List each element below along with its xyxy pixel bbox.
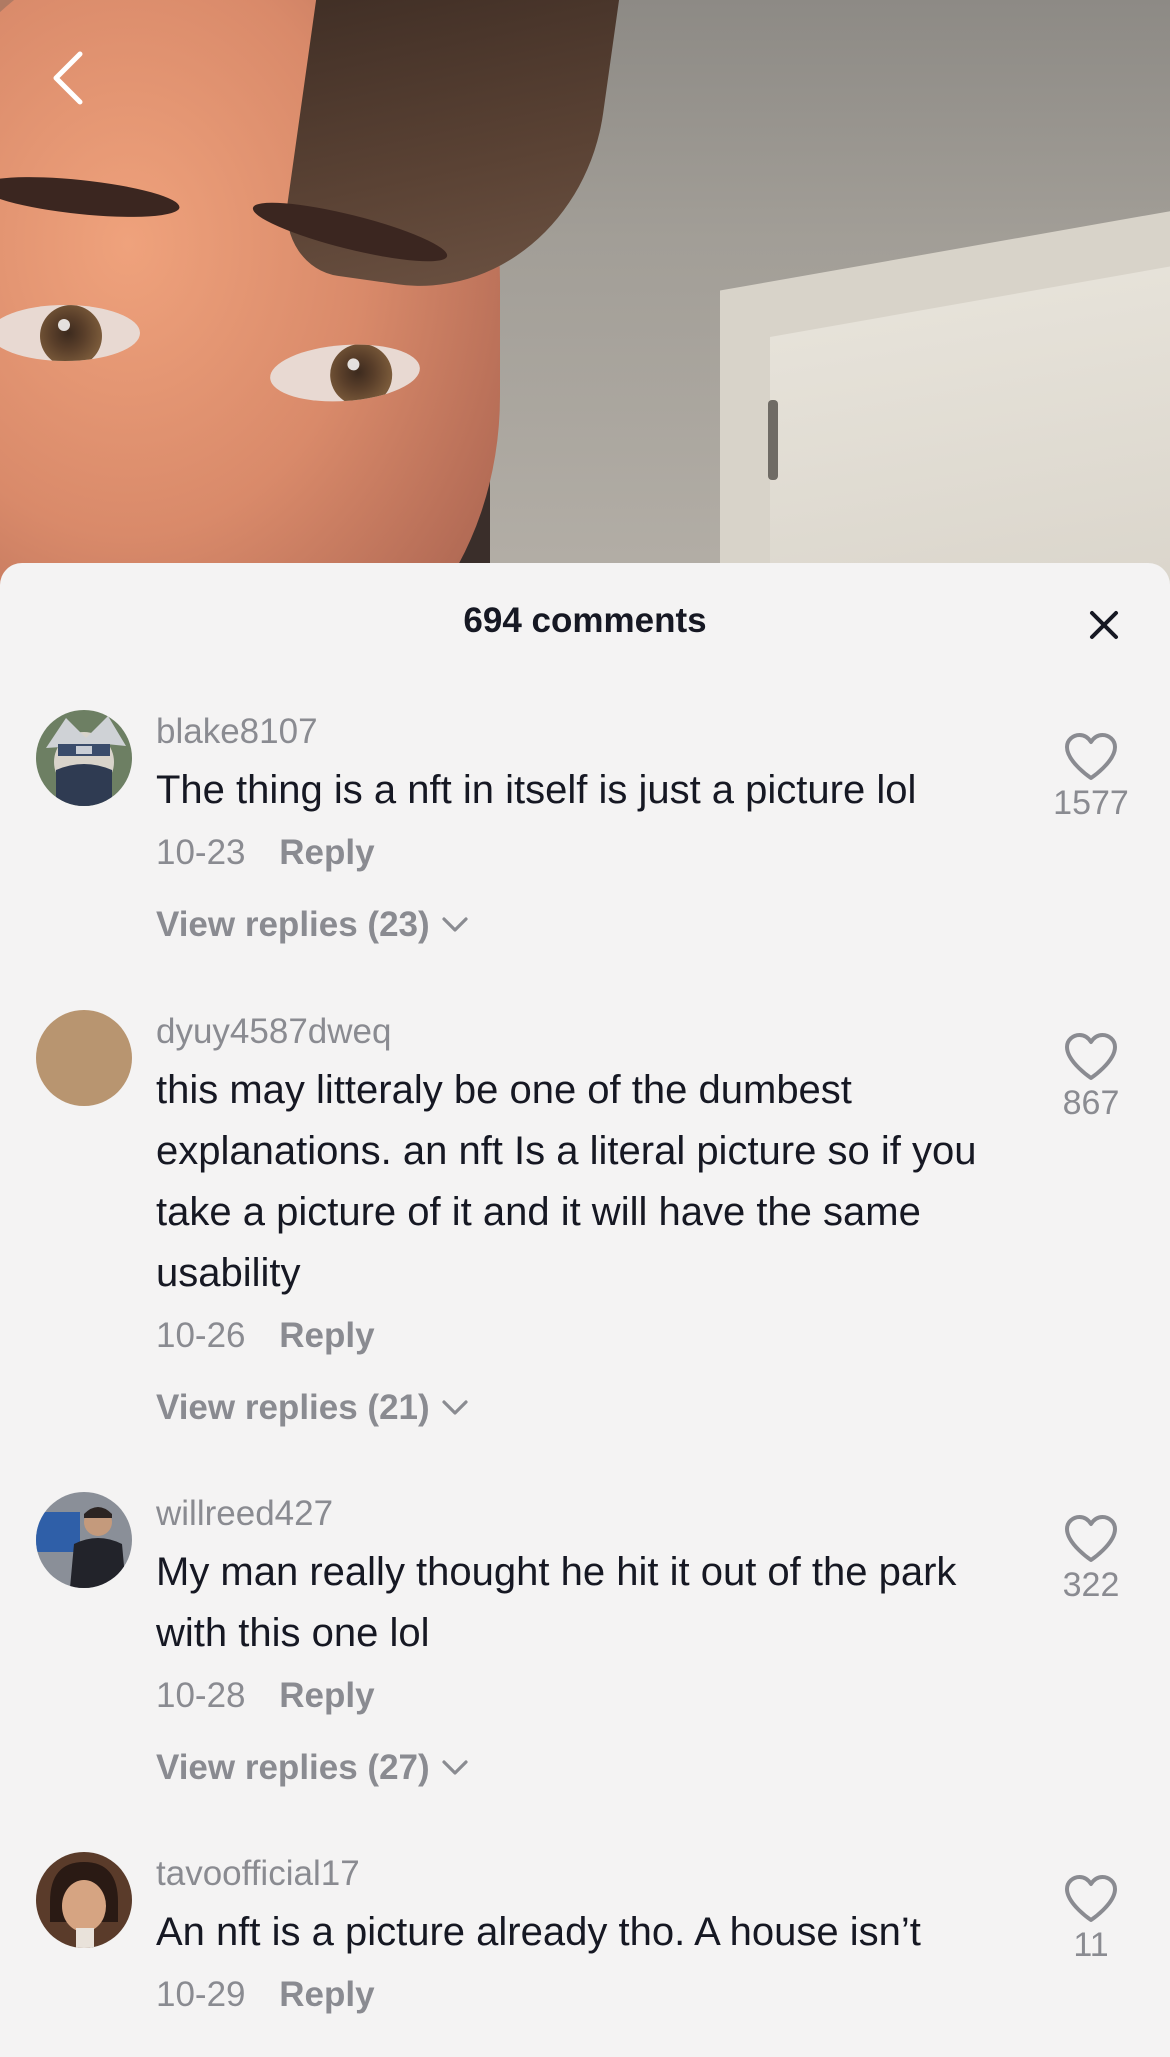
- like-button[interactable]: 11: [1046, 1874, 1136, 1965]
- comment-username[interactable]: willreed427: [156, 1492, 1016, 1536]
- comments-count-title: 694 comments: [463, 601, 707, 640]
- view-replies-label: View replies (23): [156, 905, 430, 944]
- avatar[interactable]: [36, 710, 132, 806]
- avatar[interactable]: [36, 1852, 132, 1948]
- comment-username[interactable]: blake8107: [156, 710, 1016, 754]
- sheet-header: 694 comments: [0, 563, 1170, 683]
- reply-button[interactable]: Reply: [279, 1975, 374, 2014]
- comment-text: The thing is a nft in itself is just a p…: [156, 768, 917, 812]
- back-button[interactable]: [40, 48, 100, 108]
- heart-outline-icon: [1065, 1033, 1117, 1080]
- comment-date: 10-26: [156, 1316, 246, 1355]
- comment-body: tavoofficial17 An nft is a picture alrea…: [156, 1852, 1016, 2019]
- heart-outline-icon: [1065, 1515, 1117, 1562]
- avatar[interactable]: [36, 1010, 132, 1106]
- view-replies-button[interactable]: View replies (21): [156, 1384, 472, 1432]
- comment-text: My man really thought he hit it out of t…: [156, 1550, 957, 1655]
- comment-body: dyuy4587dweq this may litteraly be one o…: [156, 1010, 1016, 1432]
- heart-outline-icon: [1065, 733, 1117, 780]
- video-background: [0, 0, 1170, 600]
- comment-body: willreed427 My man really thought he hit…: [156, 1492, 1016, 1792]
- comment-username[interactable]: tavoofficial17: [156, 1852, 1016, 1896]
- like-button[interactable]: 867: [1046, 1032, 1136, 1123]
- view-replies-button[interactable]: View replies (23): [156, 901, 472, 949]
- view-replies-label: View replies (27): [156, 1748, 430, 1787]
- heart-outline-icon: [1065, 1875, 1117, 1922]
- like-count: 11: [1073, 1926, 1109, 1964]
- comment-meta: 10-23 Reply: [156, 829, 1016, 877]
- comment-date: 10-28: [156, 1676, 246, 1715]
- chevron-down-icon: [442, 917, 468, 932]
- view-replies-button[interactable]: View replies (27): [156, 1744, 472, 1792]
- like-count: 1577: [1053, 784, 1129, 822]
- comment-body: blake8107 The thing is a nft in itself i…: [156, 710, 1016, 949]
- view-replies-label: View replies (21): [156, 1388, 430, 1427]
- close-icon: [1090, 611, 1118, 639]
- comment-username[interactable]: dyuy4587dweq: [156, 1010, 1016, 1054]
- comment-meta: 10-28 Reply: [156, 1672, 1016, 1720]
- reply-button[interactable]: Reply: [279, 833, 374, 872]
- like-button[interactable]: 1577: [1046, 732, 1136, 823]
- close-button[interactable]: [1078, 599, 1130, 651]
- comment-date: 10-29: [156, 1975, 246, 2014]
- reply-button[interactable]: Reply: [279, 1676, 374, 1715]
- reply-button[interactable]: Reply: [279, 1316, 374, 1355]
- comment-meta: 10-26 Reply: [156, 1312, 1016, 1360]
- like-count: 867: [1062, 1084, 1120, 1122]
- comment-date: 10-23: [156, 833, 246, 872]
- comment-text: this may litteraly be one of the dumbest…: [156, 1068, 977, 1295]
- door-hinge: [768, 400, 778, 480]
- chevron-left-icon: [53, 51, 83, 105]
- chevron-down-icon: [442, 1400, 468, 1415]
- like-button[interactable]: 322: [1046, 1514, 1136, 1605]
- comment-meta: 10-29 Reply: [156, 1971, 1016, 2019]
- avatar[interactable]: [36, 1492, 132, 1588]
- chevron-down-icon: [442, 1760, 468, 1775]
- like-count: 322: [1062, 1566, 1120, 1604]
- comments-sheet: 694 comments blake8107 The thing is a nf…: [0, 563, 1170, 2057]
- comment-text: An nft is a picture already tho. A house…: [156, 1910, 921, 1954]
